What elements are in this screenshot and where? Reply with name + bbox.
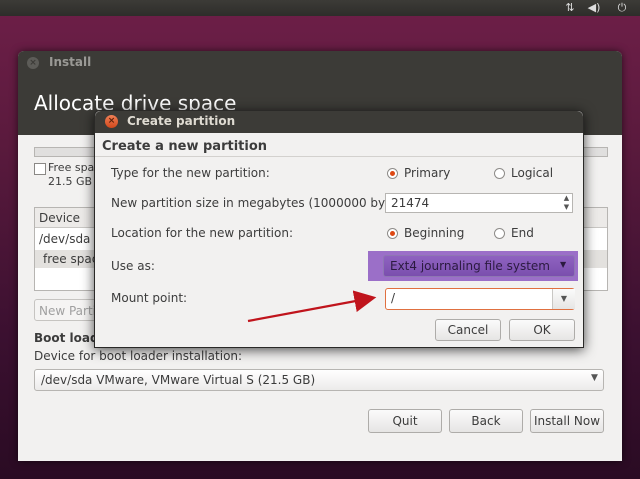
network-icon[interactable]: ⇅ — [562, 0, 578, 16]
beginning-radio[interactable] — [387, 228, 398, 239]
logical-radio-label[interactable]: Logical — [511, 166, 553, 180]
ok-button[interactable]: OK — [509, 319, 575, 341]
dialog-title: Create partition — [127, 114, 236, 128]
use-as-label: Use as: — [111, 259, 155, 273]
table-row[interactable]: /dev/sda — [39, 232, 90, 246]
location-label: Location for the new partition: — [111, 226, 293, 240]
free-space-legend-size: 21.5 GB — [48, 175, 93, 188]
create-partition-dialog: × Create partition Create a new partitio… — [94, 110, 584, 348]
spin-arrows-icon[interactable]: ▲ ▼ — [561, 194, 572, 212]
power-icon[interactable]: ⏻ — [614, 0, 630, 16]
mount-point-label: Mount point: — [111, 291, 188, 305]
partition-size-spinbox[interactable]: 21474 ▲ ▼ — [385, 193, 573, 213]
chevron-down-icon[interactable]: ▼ — [552, 289, 575, 309]
quit-button[interactable]: Quit — [368, 409, 442, 433]
bootloader-device-select[interactable]: /dev/sda VMware, VMware Virtual S (21.5 … — [34, 369, 604, 391]
install-now-button[interactable]: Install Now — [530, 409, 604, 433]
divider — [95, 156, 583, 157]
close-icon[interactable]: × — [27, 57, 39, 69]
use-as-select[interactable]: Ext4 journaling file system ▼ — [383, 255, 575, 277]
column-header-label: Device — [39, 211, 81, 225]
dialog-titlebar: × Create partition — [95, 111, 583, 133]
volume-icon[interactable]: ◀) — [586, 0, 602, 16]
close-icon[interactable]: × — [105, 115, 118, 128]
end-radio[interactable] — [494, 228, 505, 239]
chevron-down-icon: ▼ — [591, 373, 598, 383]
end-radio-label[interactable]: End — [511, 226, 534, 240]
logical-radio[interactable] — [494, 168, 505, 179]
free-space-legend-label: Free spa — [48, 161, 95, 174]
mount-point-value: / — [391, 291, 396, 305]
partition-size-value: 21474 — [391, 196, 430, 210]
cancel-button[interactable]: Cancel — [435, 319, 501, 341]
installer-titlebar: × Install — [18, 51, 622, 75]
type-label: Type for the new partition: — [111, 166, 270, 180]
size-label: New partition size in megabytes (1000000… — [111, 196, 413, 210]
free-space-legend-swatch — [34, 163, 46, 175]
bootloader-label: Device for boot loader installation: — [34, 349, 243, 363]
primary-radio-label[interactable]: Primary — [404, 166, 450, 180]
chevron-down-icon: ▼ — [560, 260, 567, 269]
window-title: Install — [49, 55, 92, 69]
mount-point-combobox[interactable]: / ▼ — [385, 288, 575, 310]
top-panel: ⇅ ◀) ⏻ — [0, 0, 640, 16]
dialog-heading: Create a new partition — [102, 139, 268, 154]
use-as-value: Ext4 journaling file system — [390, 259, 550, 273]
back-button[interactable]: Back — [449, 409, 523, 433]
beginning-radio-label[interactable]: Beginning — [404, 226, 464, 240]
bootloader-value: /dev/sda VMware, VMware Virtual S (21.5 … — [41, 373, 316, 387]
primary-radio[interactable] — [387, 168, 398, 179]
